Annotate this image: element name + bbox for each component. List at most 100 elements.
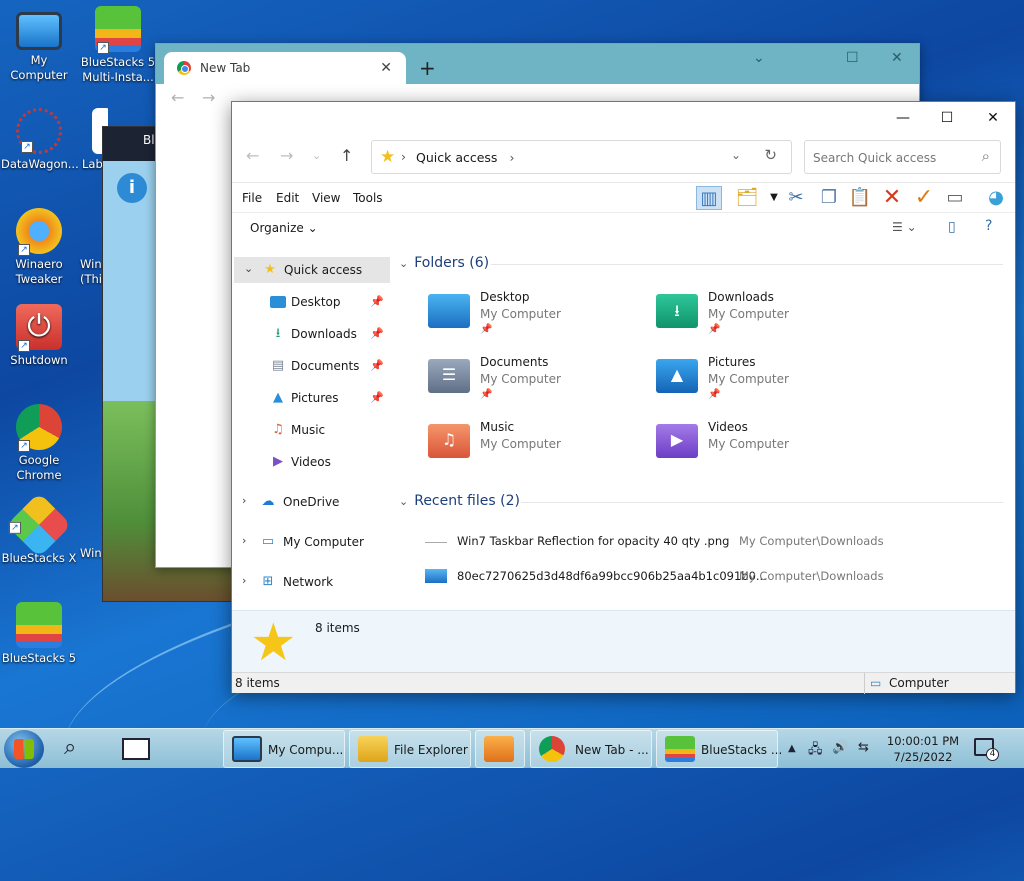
desktop-icon-datawagon[interactable]: ↗ DataWagon... — [1, 108, 79, 172]
recent-group-header[interactable]: ⌄ Recent files (2) — [399, 493, 520, 509]
nav-item-downloads[interactable]: ⭳ Downloads 📌 — [232, 321, 388, 347]
desktop-icon-my-computer[interactable]: My Computer — [1, 8, 77, 83]
desktop-icon-bluestacks-multi[interactable]: ↗ BlueStacks 5 Multi-Insta... — [80, 6, 156, 85]
menu-view[interactable]: View — [312, 191, 340, 205]
globe-icon[interactable]: ◕ — [983, 186, 1009, 210]
breadcrumb[interactable]: Quick access — [416, 150, 497, 165]
desktop-icon-google-chrome[interactable]: ↗ Google Chrome — [1, 404, 77, 483]
properties-icon[interactable]: ▭ — [942, 186, 968, 210]
taskbar-button-my-computer[interactable]: My Compu... — [223, 730, 345, 768]
power-settings-icon[interactable]: ⇆ — [858, 740, 869, 755]
nav-item-videos[interactable]: ▶ Videos — [232, 449, 388, 475]
minimize-button[interactable]: — — [880, 106, 926, 130]
volume-icon[interactable]: 🔊 — [832, 740, 848, 755]
downloads-folder-icon: ⭳ — [656, 294, 698, 328]
folder-name: Downloads — [708, 290, 774, 304]
desktop-icon-win-thi[interactable]: Win (Thi — [68, 208, 104, 287]
nav-item-network[interactable]: › ⊞ Network — [232, 569, 388, 595]
search-icon[interactable]: ⌕ — [64, 735, 76, 760]
breadcrumb-separator-icon: › — [401, 149, 406, 164]
start-button[interactable] — [4, 730, 44, 768]
chrome-close-button[interactable]: ✕ — [891, 50, 903, 66]
menu-file[interactable]: File — [242, 191, 262, 205]
taskbar-button-file-explorer[interactable]: File Explorer — [349, 730, 471, 768]
new-tab-button[interactable]: + — [419, 56, 436, 80]
close-tab-icon[interactable]: ✕ — [380, 60, 392, 76]
desktop-icon-win[interactable]: Win — [68, 546, 104, 561]
refresh-icon[interactable]: ↻ — [764, 146, 777, 164]
folder-tile-desktop[interactable]: Desktop My Computer 📌 — [428, 290, 628, 346]
tab-new-tab[interactable]: New Tab ✕ — [164, 52, 406, 84]
show-hidden-icons-icon[interactable]: ▲ — [788, 743, 796, 754]
desktop-icon-label: Winaero Tweaker — [15, 257, 63, 286]
select-folder-icon[interactable]: 🗂 — [734, 186, 760, 210]
up-icon[interactable]: ↑ — [340, 146, 353, 165]
desktop-icon-winaero[interactable]: ↗ Winaero Tweaker — [1, 208, 77, 287]
chevron-right-icon[interactable]: › — [242, 534, 246, 547]
folder-name: Documents — [480, 355, 549, 369]
folder-tile-music[interactable]: ♫ Music My Computer — [428, 420, 628, 476]
desktop-icon-bluestacks-x[interactable]: ↗ BlueStacks X — [1, 492, 77, 566]
folder-tile-pictures[interactable]: ▲ Pictures My Computer 📌 — [656, 355, 856, 411]
network-icon[interactable]: 🖧 — [808, 740, 823, 762]
pin-icon: 📌 — [370, 295, 384, 308]
maximize-button[interactable]: ☐ — [924, 106, 970, 130]
pictures-folder-icon: ▲ — [656, 359, 698, 393]
nav-item-music[interactable]: ♫ Music — [232, 417, 388, 443]
search-icon[interactable]: ⌕ — [982, 147, 990, 165]
search-input[interactable]: Search Quick access ⌕ — [804, 140, 1001, 174]
desktop-folder-icon — [270, 296, 286, 308]
chevron-down-icon[interactable]: ⌄ — [731, 148, 741, 162]
task-view-icon[interactable] — [122, 738, 150, 760]
details-pane-icon[interactable]: ▯ — [948, 219, 956, 235]
nav-item-onedrive[interactable]: › ☁ OneDrive — [232, 489, 388, 515]
chevron-right-icon[interactable]: › — [242, 574, 246, 587]
clock[interactable]: 10:00:01 PM 7/25/2022 — [882, 733, 964, 765]
organize-button[interactable]: Organize ⌄ — [250, 221, 318, 235]
chevron-down-icon[interactable]: ⌄ — [244, 262, 253, 275]
recent-file-path: My Computer\Downloads — [739, 534, 884, 548]
folder-tile-documents[interactable]: ☰ Documents My Computer 📌 — [428, 355, 628, 411]
nav-item-documents[interactable]: ▤ Documents 📌 — [232, 353, 388, 379]
copy-icon[interactable]: ❐ — [816, 186, 842, 210]
close-button[interactable]: ✕ — [970, 106, 1016, 130]
back-icon[interactable]: ← — [246, 146, 259, 165]
folder-tile-videos[interactable]: ▶ Videos My Computer — [656, 420, 856, 476]
view-options-icon[interactable]: ☰ ⌄ — [892, 220, 917, 234]
taskbar-button-media[interactable] — [475, 730, 525, 768]
checkmark-icon[interactable]: ✓ — [911, 186, 937, 210]
chevron-right-icon[interactable]: › — [242, 494, 246, 507]
taskbar-button-chrome[interactable]: New Tab - ... — [530, 730, 652, 768]
desktop-icon-shutdown[interactable]: ⏻ ↗ Shutdown — [1, 304, 77, 368]
recent-file-row[interactable]: 80ec7270625d3d48df6a99bcc906b25aa4b1c091… — [425, 566, 1005, 590]
cut-icon[interactable]: ✂ — [783, 186, 809, 210]
chrome-minimize-button[interactable]: ⌄ — [753, 50, 765, 66]
nav-item-desktop[interactable]: Desktop 📌 — [232, 289, 388, 315]
recent-file-row[interactable]: Win7 Taskbar Reflection for opacity 40 q… — [425, 531, 1005, 555]
navigation-pane: ⌄ ★ Quick access Desktop 📌 ⭳ Downloads 📌… — [232, 245, 392, 610]
chrome-maximize-button[interactable]: ☐ — [846, 50, 859, 66]
bluestacks-x-icon: ↗ — [6, 492, 72, 558]
forward-icon[interactable]: → — [202, 88, 215, 107]
paste-icon[interactable]: 📋 — [847, 186, 873, 210]
folder-location: My Computer — [480, 372, 561, 386]
taskbar-button-bluestacks[interactable]: BlueStacks ... — [656, 730, 782, 768]
document-icon: ▤ — [271, 358, 285, 373]
help-icon[interactable]: ? — [985, 218, 992, 234]
menu-edit[interactable]: Edit — [276, 191, 299, 205]
folder-tile-downloads[interactable]: ⭳ Downloads My Computer 📌 — [656, 290, 856, 346]
back-icon[interactable]: ← — [171, 88, 184, 107]
info-icon[interactable]: i — [117, 173, 147, 203]
folders-group-header[interactable]: ⌄ Folders (6) — [399, 255, 489, 271]
recent-locations-icon[interactable]: ⌄ — [312, 149, 321, 162]
delete-icon[interactable]: ✕ — [879, 186, 905, 210]
forward-icon[interactable]: → — [280, 146, 293, 165]
address-bar[interactable]: ★ › Quick access › ⌄ ↻ — [371, 140, 792, 174]
nav-item-quick-access[interactable]: ⌄ ★ Quick access — [234, 257, 390, 283]
nav-item-my-computer[interactable]: › ▭ My Computer — [232, 529, 388, 555]
preview-pane-icon[interactable]: ▥ — [696, 186, 722, 210]
file-explorer-window[interactable]: — ☐ ✕ ← → ⌄ ↑ ★ › Quick access › ⌄ ↻ Sea… — [231, 101, 1016, 694]
nav-item-pictures[interactable]: ▲ Pictures 📌 — [232, 385, 388, 411]
menu-tools[interactable]: Tools — [353, 191, 383, 205]
desktop-icon-bluestacks-5[interactable]: BlueStacks 5 — [1, 602, 77, 666]
